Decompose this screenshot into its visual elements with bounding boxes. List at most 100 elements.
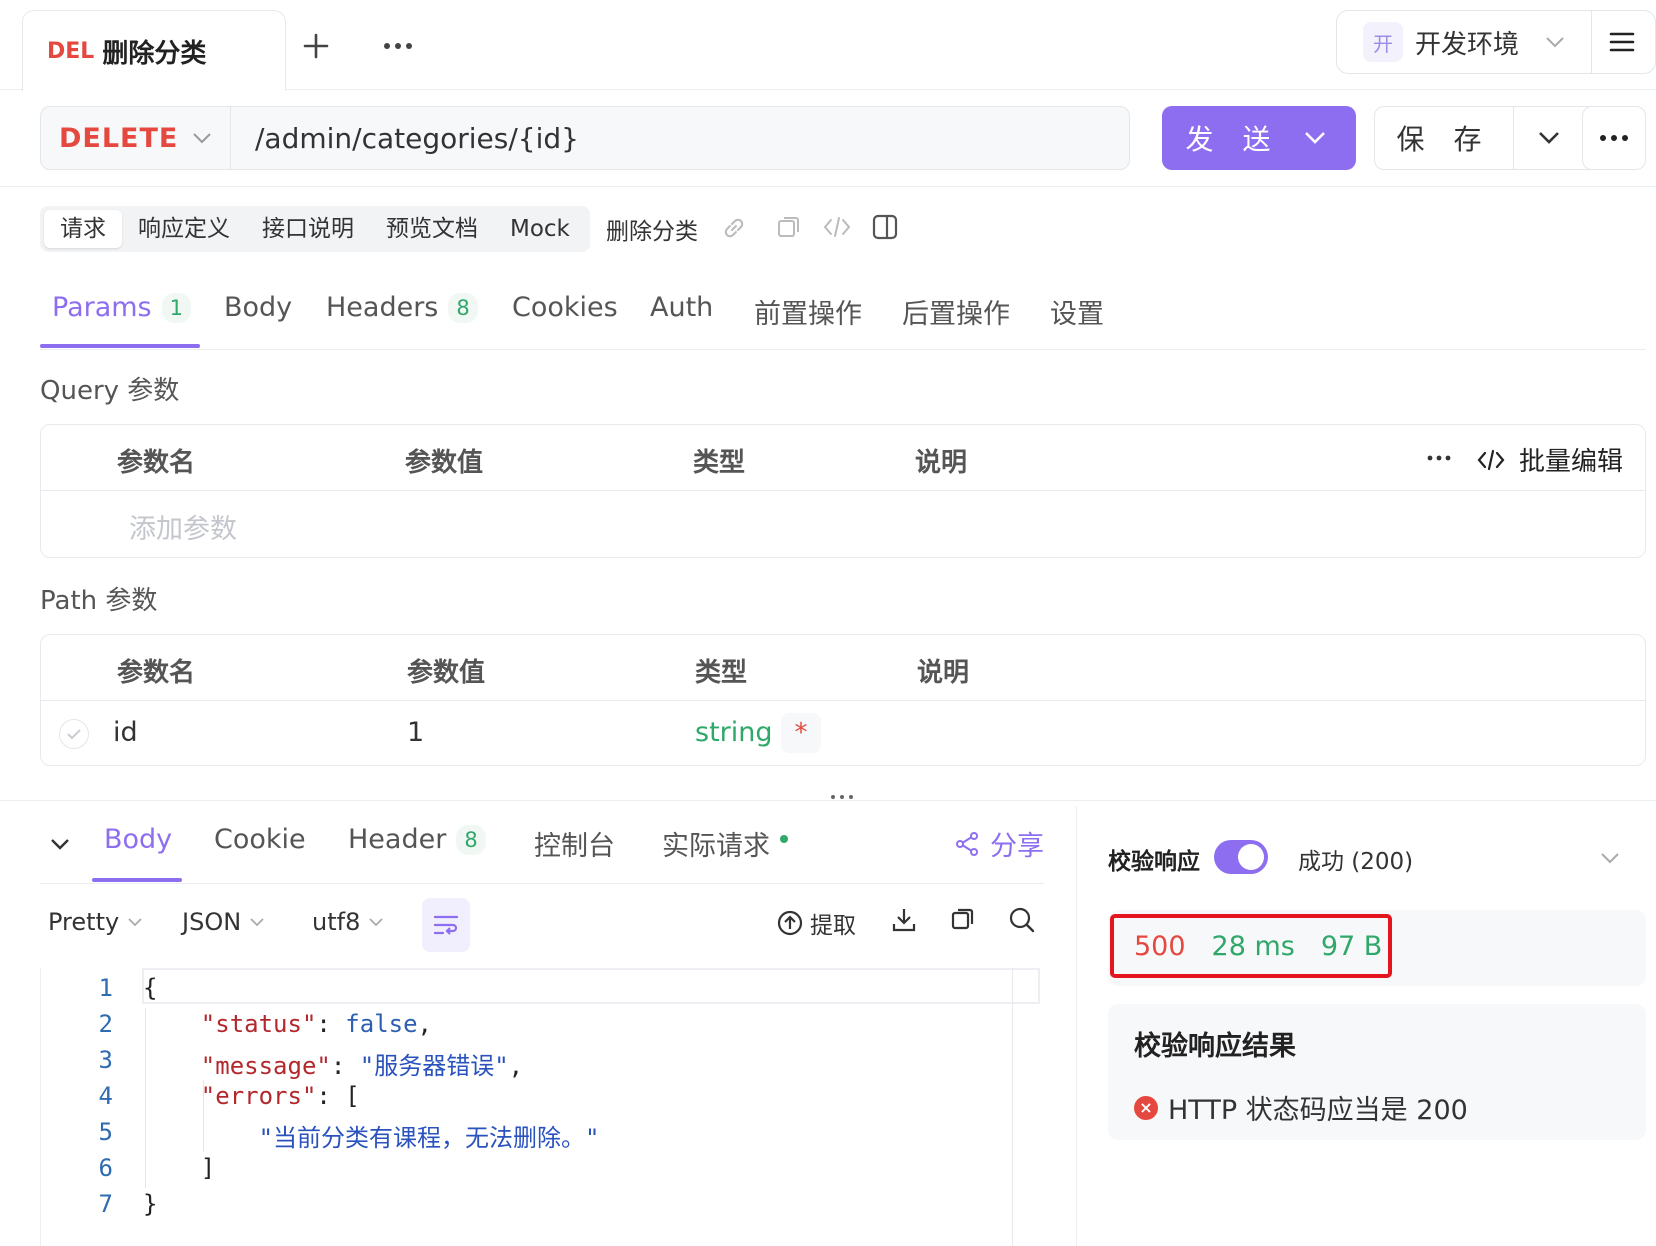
response-meta-highlight: 500 28 ms 97 B	[1110, 914, 1392, 978]
json-punct: ,	[508, 1052, 524, 1080]
subtab-mock[interactable]: Mock	[494, 210, 586, 248]
word-wrap-toggle[interactable]	[422, 898, 470, 952]
active-response-tab-indicator	[92, 878, 182, 882]
subtab-api-doc[interactable]: 接口说明	[246, 210, 370, 248]
toggle-sidepanel-button[interactable]	[872, 214, 898, 240]
tab-method-badge: DEL	[47, 38, 95, 64]
resp-tab-header-count: 8	[456, 824, 486, 855]
chevron-down-icon	[1539, 132, 1559, 144]
validate-response-status[interactable]: 成功 (200)	[1298, 842, 1413, 876]
resp-tab-console[interactable]: 控制台	[534, 824, 615, 863]
param-name-cell[interactable]: id	[113, 717, 138, 748]
save-divider	[1513, 107, 1514, 169]
chevron-down-icon	[1601, 853, 1619, 864]
col-param-desc: 说明	[917, 658, 970, 688]
more-actions-button[interactable]	[1582, 106, 1646, 170]
env-badge: 开	[1363, 22, 1403, 62]
copy-response-button[interactable]	[950, 906, 976, 932]
editor-scrollbar[interactable]	[1012, 968, 1013, 1246]
query-params-table: 参数名 参数值 类型 说明 批量编辑 添加参数	[40, 424, 1646, 558]
collapse-response-button[interactable]	[50, 838, 70, 850]
resp-tab-header-label: Header	[348, 824, 447, 855]
request-tab[interactable]: DEL 删除分类	[22, 10, 286, 91]
status-dot	[780, 834, 788, 843]
resp-tab-header[interactable]: Header 8	[348, 824, 486, 855]
tab-headers[interactable]: Headers 8	[326, 292, 478, 323]
param-value-cell[interactable]: 1	[407, 717, 424, 748]
chevron-down-icon	[1305, 132, 1325, 144]
copy-link-button[interactable]	[720, 214, 748, 242]
method-select[interactable]: DELETE	[41, 107, 231, 169]
validate-response-toggle[interactable]	[1214, 840, 1268, 874]
new-tab-button[interactable]	[296, 26, 336, 66]
subtab-response-def[interactable]: 响应定义	[122, 210, 246, 248]
resp-tab-body[interactable]: Body	[104, 824, 172, 855]
tab-settings[interactable]: 设置	[1050, 292, 1104, 331]
code-gen-button[interactable]	[822, 214, 852, 240]
tab-cookies[interactable]: Cookies	[512, 292, 618, 323]
required-marker[interactable]: *	[781, 713, 821, 753]
param-type-cell[interactable]: string	[695, 717, 773, 748]
share-button[interactable]: 分享	[954, 824, 1044, 863]
resp-tab-cookie[interactable]: Cookie	[214, 824, 306, 855]
save-button[interactable]: 保 存	[1374, 106, 1598, 170]
line-number: 1	[98, 974, 113, 1002]
code-line: "errors": [	[143, 1082, 360, 1110]
tab-post-processor[interactable]: 后置操作	[902, 292, 1010, 331]
search-response-button[interactable]	[1008, 906, 1036, 934]
resp-tab-actual-request[interactable]: 实际请求	[662, 824, 788, 863]
add-param-row[interactable]: 添加参数	[41, 491, 1645, 555]
tab-more-button[interactable]	[378, 26, 418, 66]
tab-auth[interactable]: Auth	[650, 292, 713, 323]
tab-pre-processor[interactable]: 前置操作	[754, 292, 862, 331]
tab-cookies-label: Cookies	[512, 292, 618, 323]
column-more-button[interactable]	[1427, 455, 1451, 461]
app-window: DEL 删除分类 开 开发环境 DELETE /admin/categories…	[0, 0, 1656, 1246]
subtab-preview-doc[interactable]: 预览文档	[370, 210, 494, 248]
row-enable-checkbox[interactable]	[59, 719, 89, 749]
language-select[interactable]: JSON	[182, 908, 265, 936]
search-icon	[1009, 907, 1035, 933]
code-icon	[1477, 449, 1505, 470]
col-param-value: 参数值	[407, 658, 486, 688]
json-value: "当前分类有课程，无法删除。"	[258, 1124, 600, 1152]
chevron-down-icon	[250, 918, 264, 927]
drag-handle-icon	[831, 795, 853, 799]
tab-params-count: 1	[161, 292, 192, 323]
query-section-title: Query 参数	[40, 376, 180, 406]
validation-result-text: HTTP 状态码应当是 200	[1168, 1095, 1468, 1126]
tab-post-label: 后置操作	[902, 299, 1010, 330]
resize-handle[interactable]	[830, 794, 854, 800]
tab-pre-label: 前置操作	[754, 299, 862, 330]
sidebar-panel-icon	[872, 214, 898, 240]
download-button[interactable]	[890, 906, 918, 934]
code-line: "当前分类有课程，无法删除。"	[143, 1118, 600, 1153]
tab-params[interactable]: Params 1	[52, 292, 192, 323]
response-body-editor[interactable]: 1 2 3 4 5 6 7 { "status": false, "messag…	[40, 968, 1044, 1246]
url-input[interactable]: /admin/categories/{id}	[231, 122, 1129, 155]
validate-expand-button[interactable]	[1600, 852, 1620, 864]
api-name: 删除分类	[606, 219, 698, 245]
clone-button[interactable]	[776, 214, 802, 240]
environment-selector[interactable]: 开 开发环境	[1336, 10, 1656, 74]
subtab-request[interactable]: 请求	[44, 210, 122, 248]
plus-icon	[303, 33, 329, 59]
json-value: false	[345, 1010, 418, 1038]
path-section-title: Path 参数	[40, 586, 158, 616]
col-param-value: 参数值	[405, 448, 484, 478]
tab-body[interactable]: Body	[224, 292, 292, 323]
json-punct: :	[330, 1052, 360, 1080]
validate-response-label: 校验响应	[1108, 849, 1200, 875]
request-subtabs: 请求 响应定义 接口说明 预览文档 Mock	[40, 206, 590, 252]
resp-tab-body-label: Body	[104, 824, 173, 855]
method-value: DELETE	[59, 122, 179, 154]
col-param-name: 参数名	[117, 658, 196, 688]
send-button[interactable]: 发 送	[1162, 106, 1356, 170]
code-line: "status": false,	[143, 1010, 432, 1038]
view-mode-select[interactable]: Pretty	[48, 908, 143, 936]
bulk-edit-button[interactable]: 批量编辑	[1477, 441, 1623, 478]
response-size: 97 B	[1320, 930, 1383, 962]
encoding-select[interactable]: utf8	[312, 908, 384, 936]
extract-button[interactable]: 提取	[776, 906, 856, 940]
panel-divider	[1076, 806, 1077, 1246]
